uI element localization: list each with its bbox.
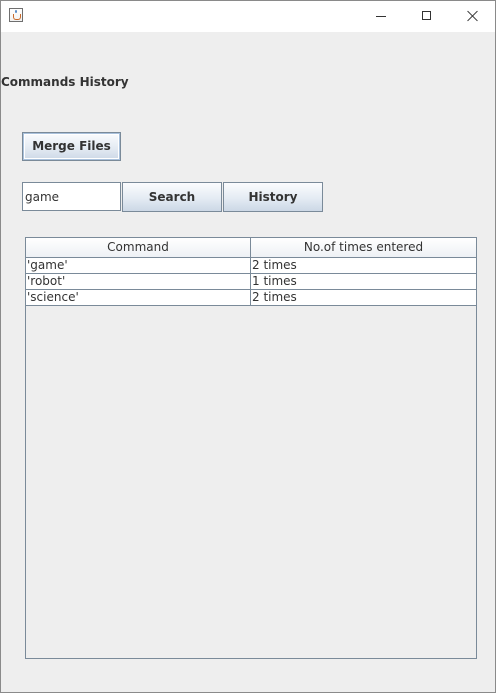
table-row[interactable]: 'robot' 1 times (26, 274, 476, 290)
table-body: 'game' 2 times 'robot' 1 times 'science'… (26, 258, 476, 306)
table-cell-times-entered[interactable]: 2 times (251, 258, 476, 273)
minimize-button[interactable] (358, 1, 404, 32)
column-header-times-entered[interactable]: No.of times entered (251, 238, 476, 257)
table-cell-command[interactable]: 'science' (26, 290, 251, 305)
table-cell-times-entered[interactable]: 1 times (251, 274, 476, 289)
minimize-icon (376, 16, 386, 17)
close-button[interactable] (450, 1, 495, 32)
merge-files-button[interactable]: Merge Files (22, 132, 121, 161)
table-header: Command No.of times entered (26, 238, 476, 258)
table-cell-times-entered[interactable]: 2 times (251, 290, 476, 305)
search-input[interactable] (22, 182, 121, 211)
table-cell-command[interactable]: 'robot' (26, 274, 251, 289)
history-button[interactable]: History (223, 182, 323, 212)
table-row[interactable]: 'game' 2 times (26, 258, 476, 274)
table-row[interactable]: 'science' 2 times (26, 290, 476, 306)
title-bar[interactable] (1, 1, 495, 32)
app-window: Commands History Merge Files Search Hist… (0, 0, 496, 693)
java-cup-icon (9, 8, 23, 22)
page-title: Commands History (1, 75, 129, 89)
commands-table[interactable]: Command No.of times entered 'game' 2 tim… (25, 237, 477, 659)
search-button[interactable]: Search (122, 182, 222, 212)
table-cell-command[interactable]: 'game' (26, 258, 251, 273)
maximize-button[interactable] (404, 1, 450, 32)
close-icon (467, 10, 479, 22)
column-header-command[interactable]: Command (26, 238, 251, 257)
maximize-icon (422, 11, 431, 20)
